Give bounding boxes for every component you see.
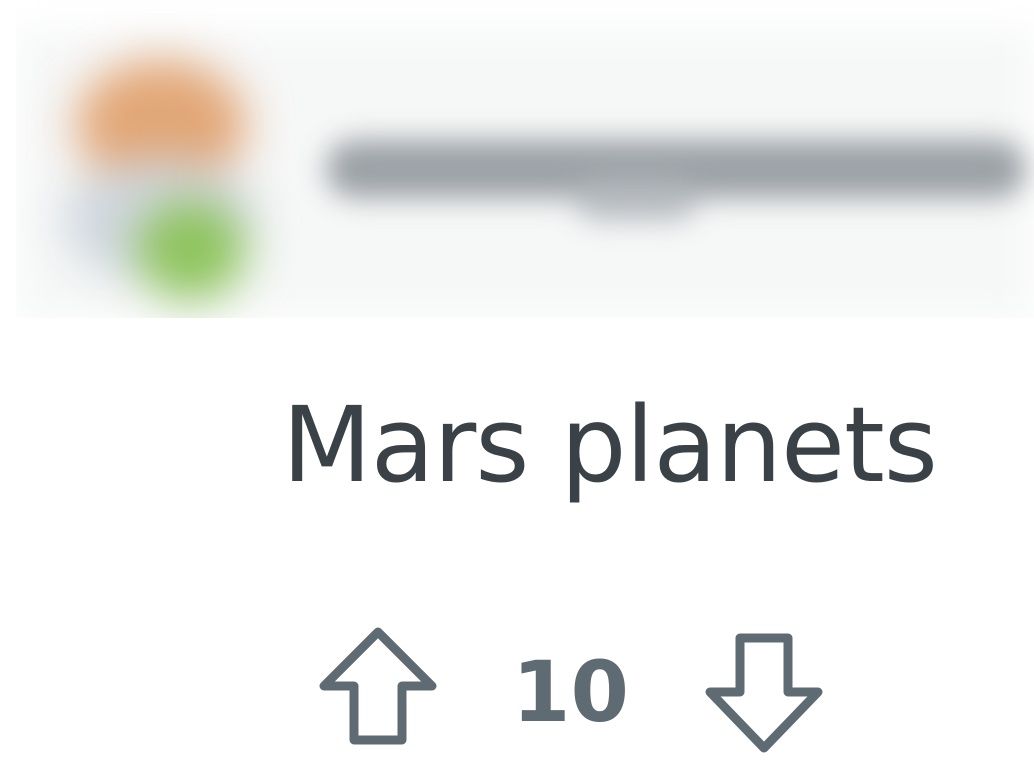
- username[interactable]: [346, 150, 1006, 190]
- vote-controls: 10: [316, 622, 836, 762]
- post-title: Mars planets: [282, 384, 938, 506]
- post-card: Mars planets 10: [0, 0, 1034, 766]
- arrow-up-outline-icon[interactable]: [316, 622, 440, 754]
- user-avatar-icon[interactable]: [56, 50, 276, 300]
- vote-count: 10: [512, 643, 629, 741]
- avatar-blur-bottom: [136, 200, 246, 300]
- arrow-down-outline-icon[interactable]: [702, 628, 826, 760]
- post-author-header: [16, 0, 1034, 318]
